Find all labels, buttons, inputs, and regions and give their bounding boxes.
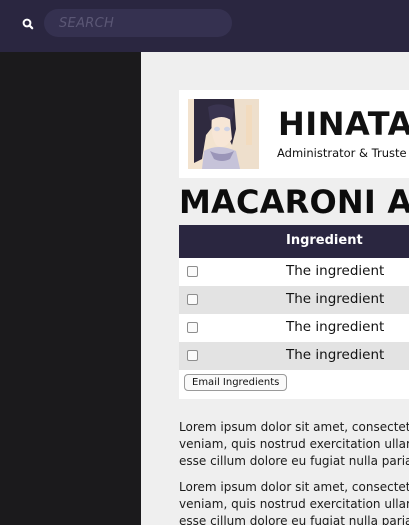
table-header: Ingredient	[179, 225, 409, 258]
paragraph-line: esse cillum dolore eu fugiat nulla paria…	[179, 454, 409, 468]
ingredient-column-header: Ingredient	[286, 233, 363, 248]
table-row: The ingredient	[179, 258, 409, 286]
profile-role: Administrator & Truste	[277, 146, 407, 160]
ingredients-table: Ingredient The ingredient The ingredient…	[179, 225, 409, 399]
ingredient-checkbox[interactable]	[187, 294, 198, 305]
paragraph-line: veniam, quis nostrud exercitation ullamc	[179, 497, 409, 511]
paragraph-line: Lorem ipsum dolor sit amet, consectetu	[179, 420, 409, 434]
paragraph-line: esse cillum dolore eu fugiat nulla paria…	[179, 514, 409, 525]
recipe-paragraph: Lorem ipsum dolor sit amet, consectetu v…	[179, 479, 409, 525]
recipe-paragraph: Lorem ipsum dolor sit amet, consectetu v…	[179, 419, 409, 470]
table-footer: Email Ingredients	[179, 370, 409, 399]
sidebar	[0, 52, 141, 525]
top-navigation-bar	[0, 0, 409, 52]
table-row: The ingredient	[179, 314, 409, 342]
search-icon[interactable]	[21, 17, 35, 31]
recipe-title: MACARONI AN	[179, 183, 409, 221]
ingredient-checkbox[interactable]	[187, 322, 198, 333]
ingredient-label: The ingredient	[286, 347, 385, 363]
ingredient-label: The ingredient	[286, 291, 385, 307]
profile-card: HINATA Administrator & Truste	[179, 90, 409, 178]
paragraph-line: Lorem ipsum dolor sit amet, consectetu	[179, 480, 409, 494]
ingredient-label: The ingredient	[286, 263, 385, 279]
main-content: HINATA Administrator & Truste MACARONI A…	[141, 52, 409, 525]
search-input[interactable]	[44, 9, 232, 37]
table-row: The ingredient	[179, 342, 409, 370]
table-row: The ingredient	[179, 286, 409, 314]
ingredient-checkbox[interactable]	[187, 266, 198, 277]
profile-name: HINATA	[278, 105, 409, 143]
paragraph-line: veniam, quis nostrud exercitation ullamc	[179, 437, 409, 451]
email-ingredients-button[interactable]: Email Ingredients	[184, 374, 288, 391]
ingredient-checkbox[interactable]	[187, 350, 198, 361]
avatar	[188, 99, 259, 169]
ingredient-label: The ingredient	[286, 319, 385, 335]
